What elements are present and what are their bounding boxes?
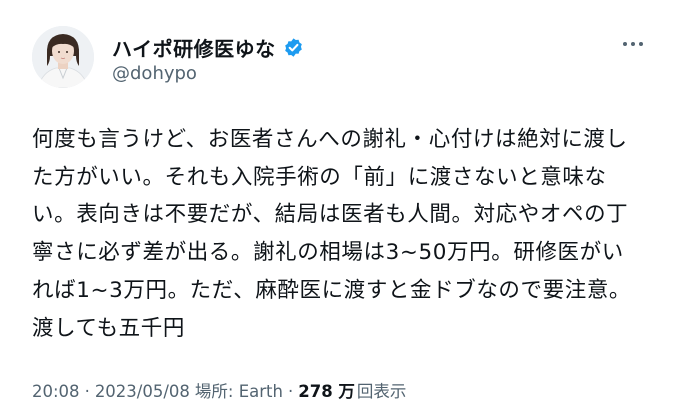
tweet-location: 場所: Earth	[194, 382, 283, 401]
more-options-icon[interactable]	[620, 35, 646, 53]
tweet-text-line: 渡しても五千円	[32, 315, 185, 341]
tweet-card: ハイポ研修医ゆな @dohypo 何度も言うけど、お医者さんへの謝礼・心付けは絶…	[0, 0, 680, 420]
views-label: 回表示	[356, 382, 407, 401]
tweet-text-line: 寧さに必ず差が出る。謝礼の相場は3~50万円。研修医がい	[32, 240, 624, 266]
verified-badge-icon	[283, 37, 304, 58]
meta-separator: ·	[287, 382, 294, 401]
meta-separator: ·	[84, 382, 90, 401]
tweet-meta: 20:08 · 2023/05/08 場所: Earth · 278 万 回表示	[32, 378, 406, 402]
tweet-text-line: い。表向きは不要だが、結局は医者も人間。対応やオペの丁	[32, 202, 629, 228]
tweet-date[interactable]: 2023/05/08	[95, 382, 190, 401]
tweet-text-line: 何度も言うけど、お医者さんへの謝礼・心付けは絶対に渡し	[32, 127, 628, 152]
avatar-photo	[32, 26, 94, 88]
views-count: 278 万	[298, 382, 355, 401]
author-name-row: ハイポ研修医ゆな	[112, 33, 304, 62]
avatar[interactable]	[32, 26, 94, 88]
tweet-time[interactable]: 20:08	[32, 382, 80, 401]
tweet-text-line: た方がいい。それも入院手術の「前」に渡さないと意味な	[32, 164, 607, 190]
author-handle[interactable]: @dohypo	[112, 63, 197, 84]
tweet-text-line: れば1~3万円。ただ、麻酔医に渡すと金ドブなので要注意。	[32, 277, 632, 303]
author-display-name[interactable]: ハイポ研修医ゆな	[112, 33, 276, 62]
tweet-text: 何度も言うけど、お医者さんへの謝礼・心付けは絶対に渡し た方がいい。それも入院手…	[32, 121, 652, 347]
